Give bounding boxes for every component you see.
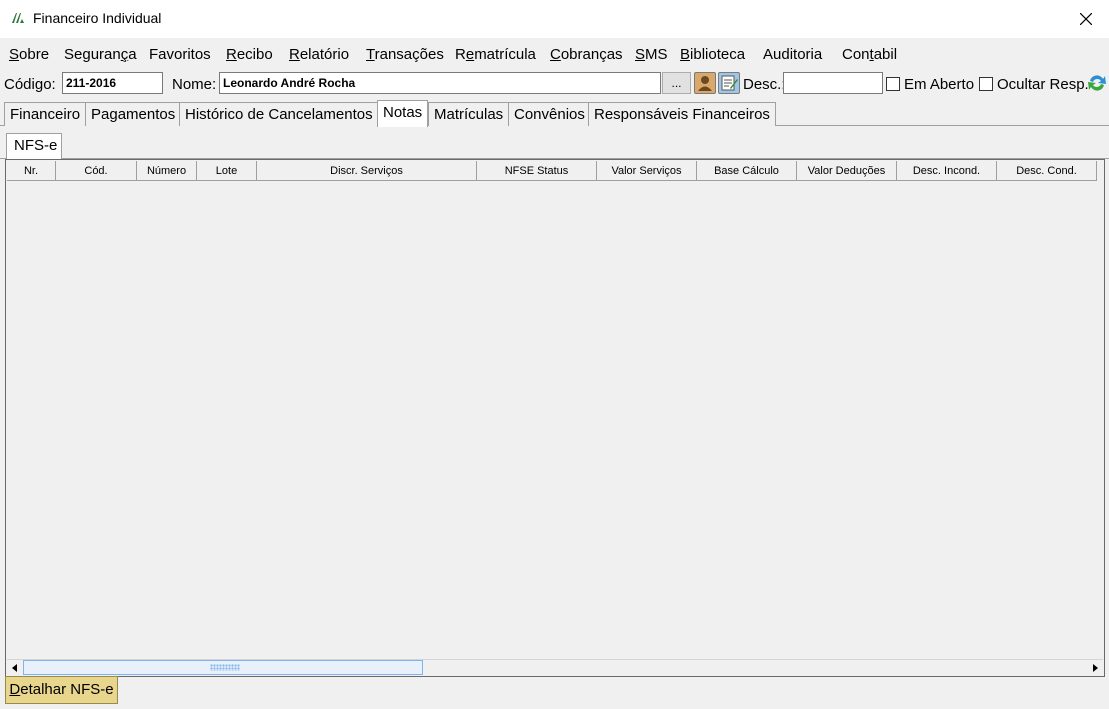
menu-rematricula[interactable]: Rematrícula bbox=[455, 46, 536, 63]
edit-note-icon bbox=[721, 75, 738, 91]
menu-auditoria[interactable]: Auditoria bbox=[763, 46, 822, 63]
horizontal-scrollbar[interactable] bbox=[7, 659, 1103, 675]
nome-field[interactable]: Leonardo André Rocha bbox=[219, 72, 661, 94]
refresh-icon bbox=[1088, 75, 1106, 91]
column-header-base-calculo[interactable]: Base Cálculo bbox=[697, 161, 797, 181]
tab-responsaveis-financeiros[interactable]: Responsáveis Financeiros bbox=[588, 102, 776, 126]
em-aberto-checkbox[interactable] bbox=[886, 77, 900, 91]
tab-convenios[interactable]: Convênios bbox=[508, 102, 591, 126]
menu-relatorio[interactable]: Relatório bbox=[289, 46, 349, 63]
tab-historico-cancelamentos[interactable]: Histórico de Cancelamentos bbox=[179, 102, 379, 126]
title-bar: Financeiro Individual bbox=[0, 0, 1109, 38]
ocultar-resp-checkbox[interactable] bbox=[979, 77, 993, 91]
app-logo-icon bbox=[12, 13, 24, 23]
scroll-left-button[interactable] bbox=[7, 660, 23, 675]
detalhar-nfse-button[interactable]: Detalhar NFS-e bbox=[5, 676, 118, 704]
column-header-valor-deducoes[interactable]: Valor Deduções bbox=[797, 161, 897, 181]
tab-matriculas[interactable]: Matrículas bbox=[428, 102, 510, 126]
menu-biblioteca[interactable]: Biblioteca bbox=[680, 46, 745, 63]
scroll-thumb[interactable] bbox=[23, 660, 423, 675]
column-header-discr-servicos[interactable]: Discr. Serviços bbox=[257, 161, 477, 181]
tab-financeiro[interactable]: Financeiro bbox=[4, 102, 87, 126]
person-search-button[interactable] bbox=[694, 72, 716, 94]
column-header-lote[interactable]: Lote bbox=[197, 161, 257, 181]
column-header-valor-servicos[interactable]: Valor Serviços bbox=[597, 161, 697, 181]
refresh-button[interactable] bbox=[1086, 71, 1108, 95]
scroll-grip-icon bbox=[210, 664, 240, 671]
column-header-desc-cond[interactable]: Desc. Cond. bbox=[997, 161, 1097, 181]
menu-recibo[interactable]: Recibo bbox=[226, 46, 273, 63]
tab-nfse[interactable]: NFS-e bbox=[6, 133, 62, 159]
menu-favoritos[interactable]: Favoritos bbox=[149, 46, 211, 63]
menu-transacoes[interactable]: Transações bbox=[366, 46, 444, 63]
menu-sobre[interactable]: Sobre bbox=[9, 46, 49, 63]
scroll-right-button[interactable] bbox=[1087, 660, 1103, 675]
window-title: Financeiro Individual bbox=[33, 10, 162, 26]
search-toolbar: Código: 211-2016 Nome: Leonardo André Ro… bbox=[0, 70, 1109, 100]
nome-label: Nome: bbox=[172, 76, 217, 93]
edit-notes-button[interactable] bbox=[718, 72, 740, 94]
codigo-label: Código: bbox=[4, 76, 56, 93]
codigo-field[interactable]: 211-2016 bbox=[62, 72, 163, 94]
menu-cobrancas[interactable]: Cobranças bbox=[550, 46, 623, 63]
column-header-cod[interactable]: Cód. bbox=[56, 161, 137, 181]
close-button[interactable] bbox=[1063, 0, 1109, 38]
notas-panel: NFS-e Nr. Cód. Número Lote Discr. Serviç… bbox=[0, 126, 1109, 709]
menu-sms[interactable]: SMS bbox=[635, 46, 668, 63]
arrow-right-icon bbox=[1093, 663, 1098, 672]
column-header-nfse-status[interactable]: NFSE Status bbox=[477, 161, 597, 181]
grid-header: Nr. Cód. Número Lote Discr. Serviços NFS… bbox=[7, 161, 1103, 181]
nfse-grid[interactable]: Nr. Cód. Número Lote Discr. Serviços NFS… bbox=[5, 159, 1105, 677]
search-ellipsis-button[interactable]: ... bbox=[662, 72, 691, 94]
menu-bar: Sobre Segurança Favoritos Recibo Relatór… bbox=[0, 38, 1109, 70]
main-tabs: Financeiro Pagamentos Histórico de Cance… bbox=[0, 100, 1109, 127]
column-header-nr[interactable]: Nr. bbox=[7, 161, 56, 181]
menu-seguranca[interactable]: Segurança bbox=[64, 46, 137, 63]
column-header-numero[interactable]: Número bbox=[137, 161, 197, 181]
menu-contabil[interactable]: Contabil bbox=[842, 46, 897, 63]
tab-notas[interactable]: Notas bbox=[377, 100, 429, 127]
em-aberto-label: Em Aberto bbox=[904, 76, 975, 93]
tab-pagamentos[interactable]: Pagamentos bbox=[85, 102, 182, 126]
person-icon bbox=[698, 76, 712, 91]
column-header-desc-incond[interactable]: Desc. Incond. bbox=[897, 161, 997, 181]
desc-field[interactable] bbox=[783, 72, 883, 94]
ocultar-resp-label: Ocultar Resp. bbox=[997, 76, 1089, 93]
arrow-left-icon bbox=[12, 663, 17, 672]
close-icon bbox=[1080, 13, 1092, 25]
desc-label: Desc.: bbox=[743, 76, 786, 93]
